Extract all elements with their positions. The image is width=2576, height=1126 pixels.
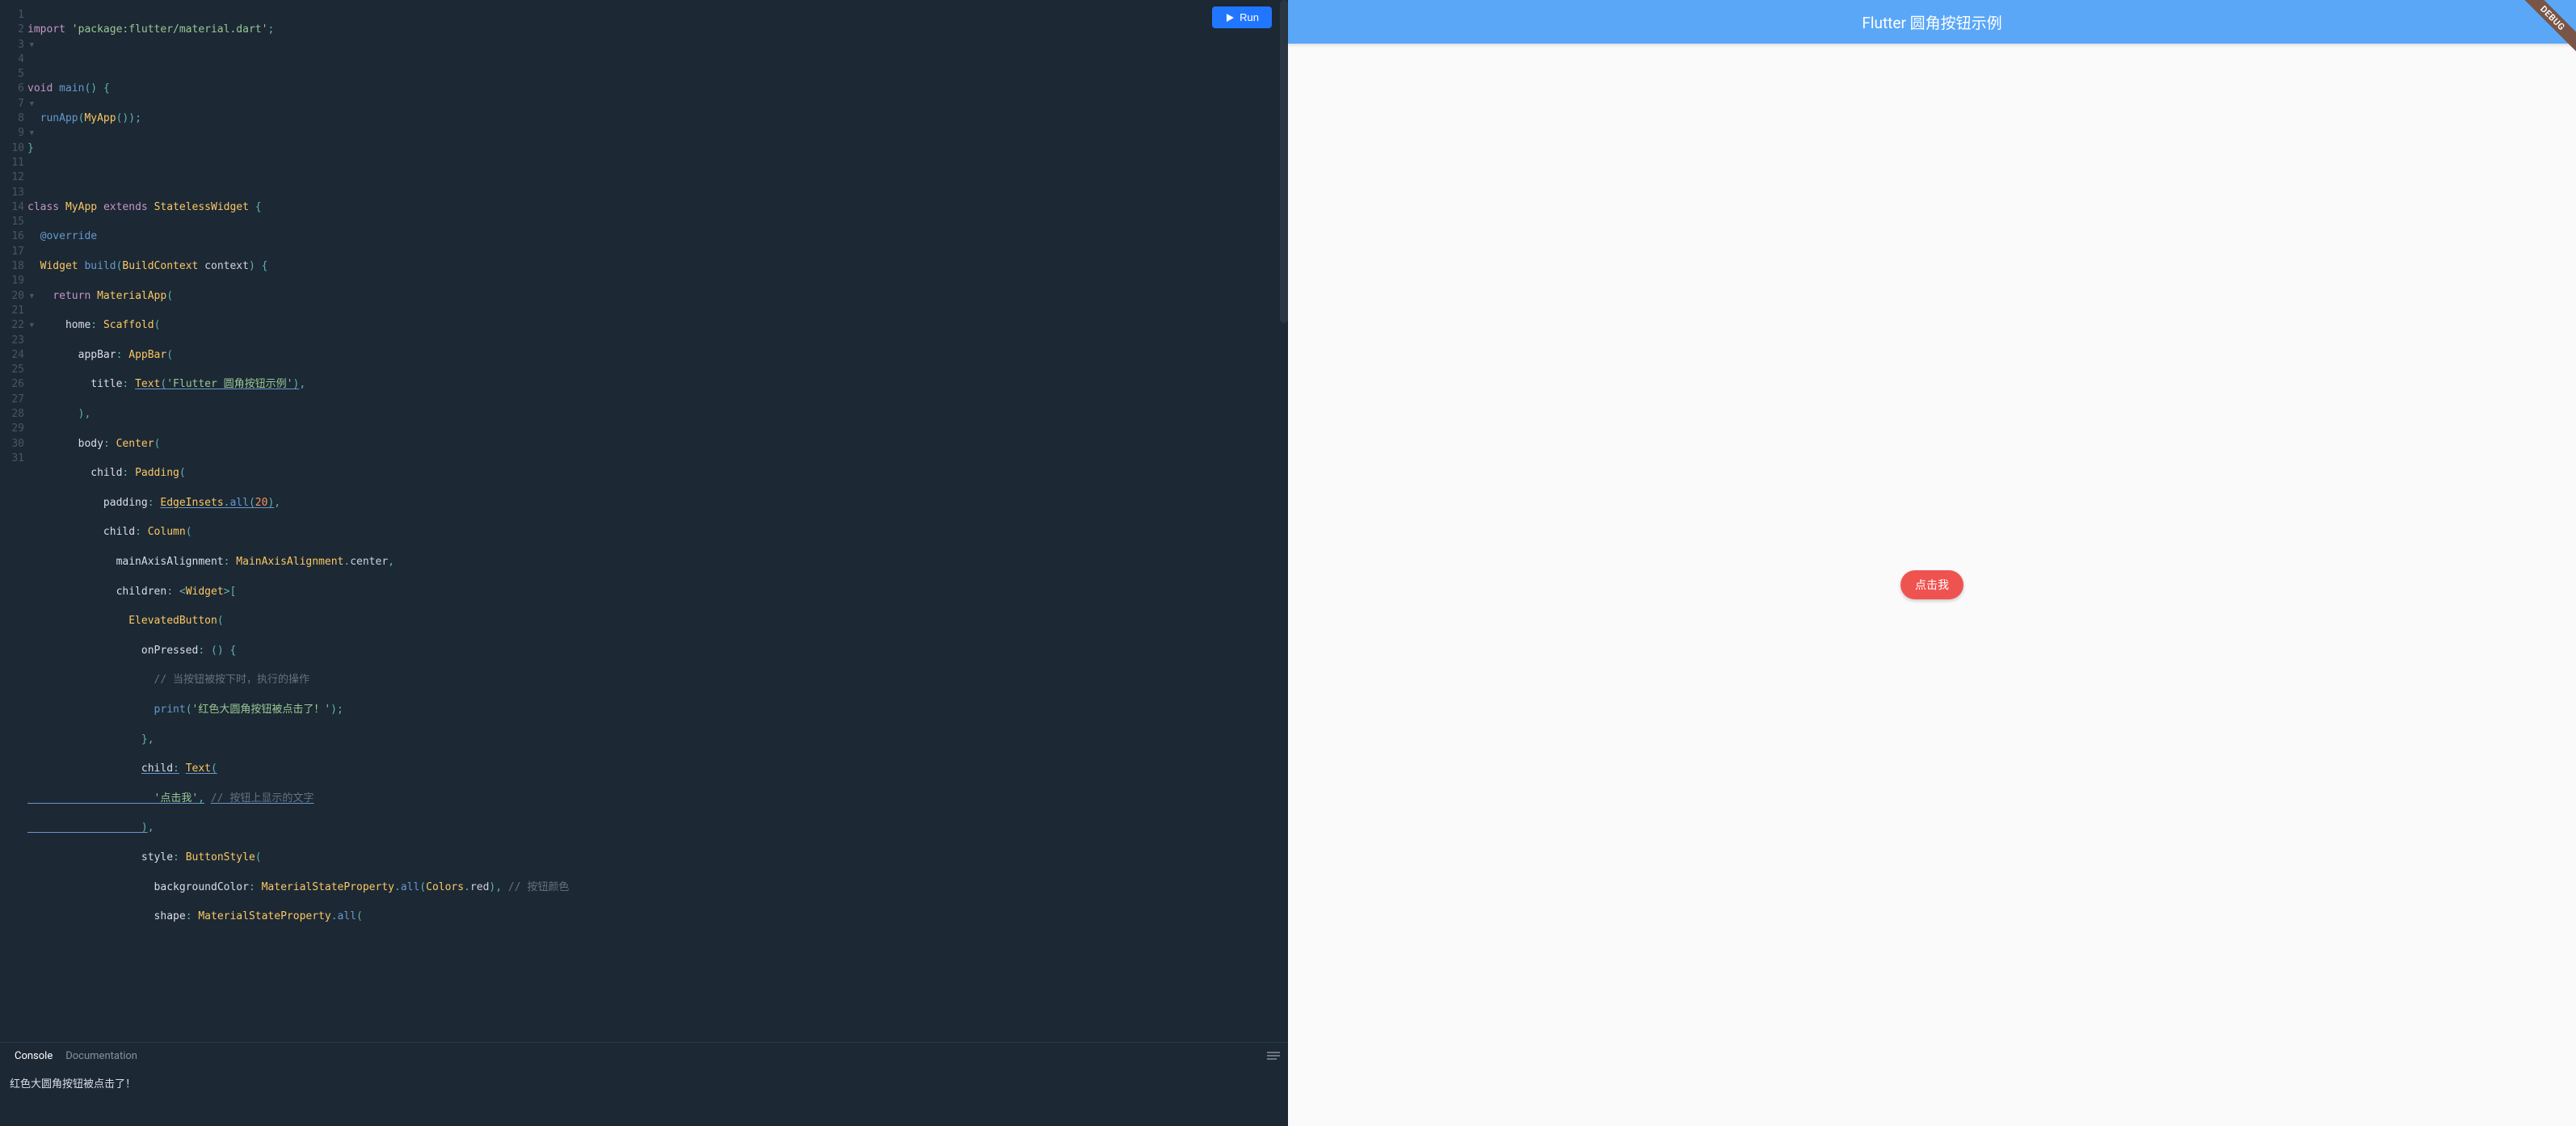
- run-button[interactable]: Run: [1212, 6, 1272, 28]
- line-number: 10: [0, 141, 27, 156]
- line-number: 11: [0, 156, 27, 170]
- run-button-label: Run: [1240, 11, 1259, 23]
- line-number: 7▼: [0, 97, 27, 111]
- line-number: 26: [0, 377, 27, 392]
- line-number: 31: [0, 452, 27, 466]
- line-number: 8: [0, 111, 27, 126]
- fold-icon[interactable]: ▼: [30, 38, 34, 53]
- appbar-title: Flutter 圆角按钮示例: [1862, 11, 2001, 33]
- line-number: 25: [0, 363, 27, 377]
- demo-rounded-button[interactable]: 点击我: [1900, 570, 1964, 599]
- line-number: 5: [0, 67, 27, 82]
- line-number: 24: [0, 348, 27, 363]
- list-icon[interactable]: [1267, 1048, 1280, 1064]
- fold-icon[interactable]: ▼: [30, 126, 34, 141]
- play-icon: [1225, 13, 1235, 23]
- line-number: 21: [0, 304, 27, 318]
- line-number: 1: [0, 8, 27, 23]
- tab-console[interactable]: Console: [8, 1047, 59, 1065]
- tab-documentation[interactable]: Documentation: [59, 1047, 144, 1065]
- line-number: 15: [0, 215, 27, 229]
- line-number: 19: [0, 274, 27, 288]
- editor-panel: 1 2 3▼ 4 5 6 7▼ 8 9▼ 10 11 12 13 14 15 1…: [0, 0, 1288, 1126]
- line-number: 27: [0, 393, 27, 407]
- line-number: 20▼: [0, 289, 27, 304]
- vertical-scrollbar[interactable]: [1280, 0, 1288, 323]
- console-output: 红色大圆角按钮被点击了！: [0, 1069, 1288, 1126]
- line-number: 2: [0, 23, 27, 37]
- line-number: 30: [0, 437, 27, 452]
- code-content[interactable]: import 'package:flutter/material.dart'; …: [27, 0, 1288, 1042]
- preview-panel: Flutter 圆角按钮示例 点击我 DEBUG: [1288, 0, 2576, 1126]
- fold-icon[interactable]: ▼: [30, 318, 34, 333]
- editor-area[interactable]: 1 2 3▼ 4 5 6 7▼ 8 9▼ 10 11 12 13 14 15 1…: [0, 0, 1288, 1042]
- preview-body: 点击我: [1288, 44, 2576, 1126]
- line-number: 9▼: [0, 126, 27, 141]
- fold-icon[interactable]: ▼: [30, 289, 34, 304]
- line-number: 28: [0, 407, 27, 422]
- line-number: 17: [0, 245, 27, 259]
- preview-appbar: Flutter 圆角按钮示例: [1288, 0, 2576, 44]
- line-gutter: 1 2 3▼ 4 5 6 7▼ 8 9▼ 10 11 12 13 14 15 1…: [0, 0, 27, 1042]
- line-number: 16: [0, 229, 27, 244]
- line-number: 18: [0, 259, 27, 274]
- fold-icon[interactable]: ▼: [30, 97, 34, 111]
- bottom-panel: Console Documentation 红色大圆角按钮被点击了！: [0, 1042, 1288, 1126]
- line-number: 23: [0, 334, 27, 348]
- bottom-tabs: Console Documentation: [0, 1043, 1288, 1069]
- line-number: 4: [0, 53, 27, 67]
- line-number: 22▼: [0, 318, 27, 333]
- line-number: 14: [0, 200, 27, 215]
- line-number: 12: [0, 170, 27, 185]
- line-number: 13: [0, 186, 27, 200]
- line-number: 29: [0, 422, 27, 436]
- line-number: 3▼: [0, 38, 27, 53]
- line-number: 6: [0, 82, 27, 96]
